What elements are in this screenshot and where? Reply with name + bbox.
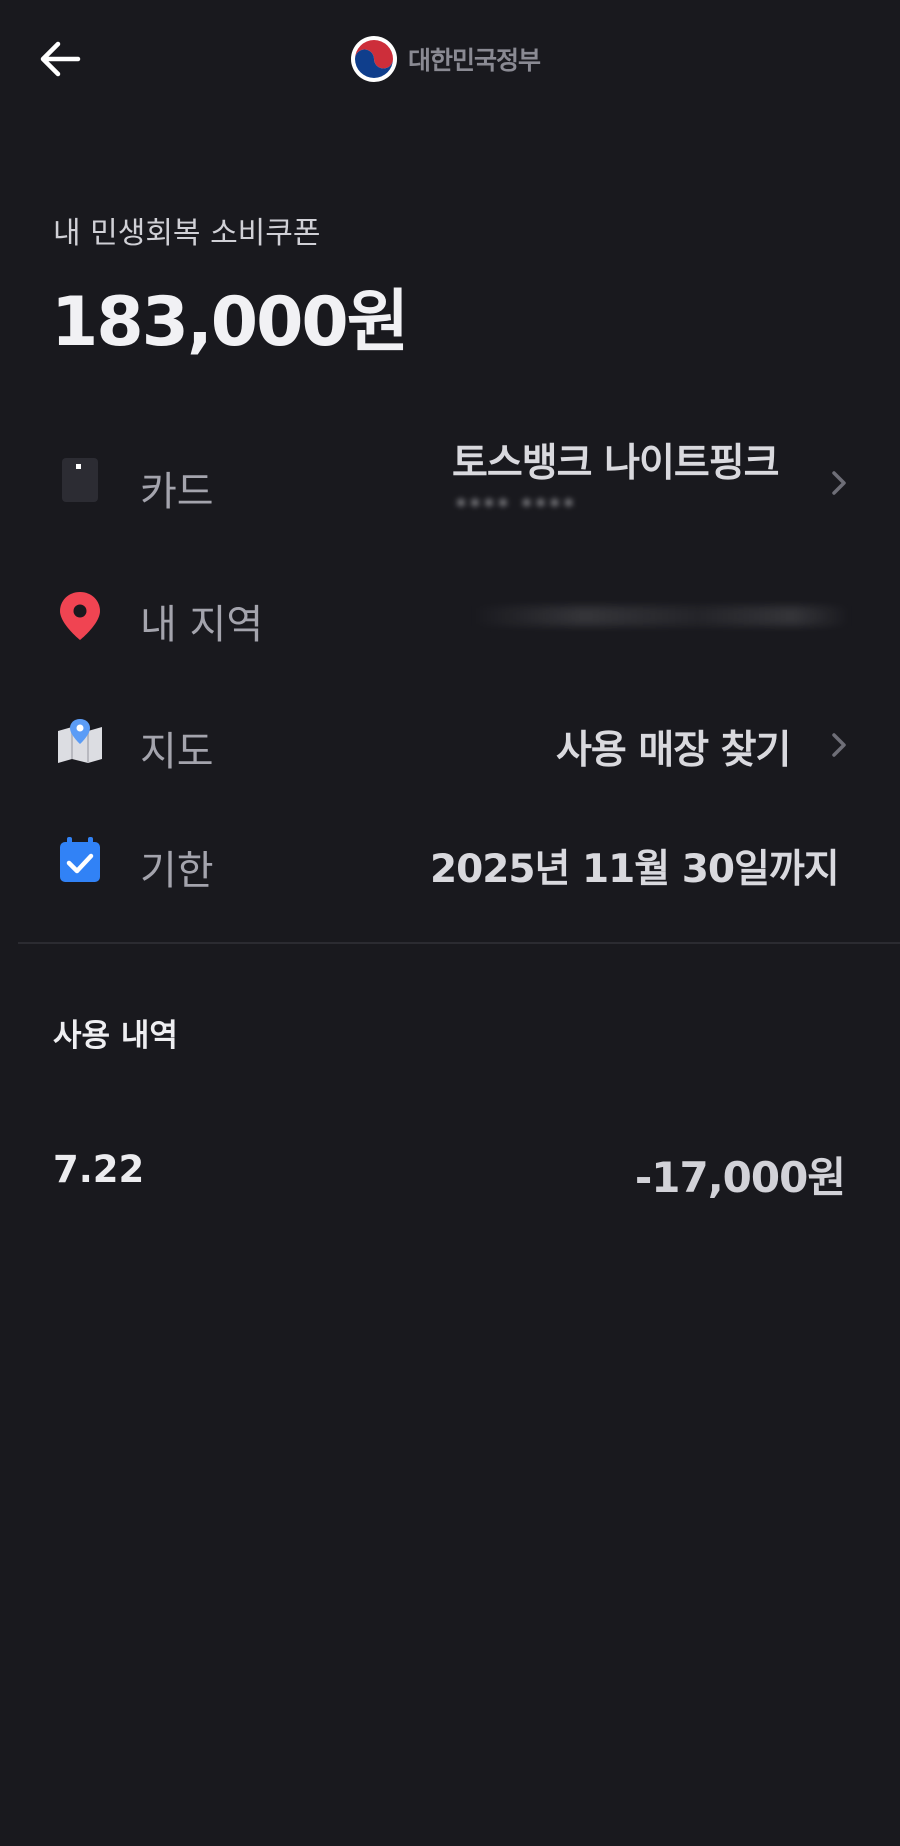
deadline-label: 기한 bbox=[140, 848, 214, 894]
history-amount: -17,000원 bbox=[634, 1153, 846, 1202]
coupon-amount: 183,000원 bbox=[51, 283, 409, 362]
taegeuk-emblem-icon bbox=[351, 36, 397, 82]
government-logo: 대한민국정부 bbox=[350, 34, 541, 84]
top-bar: 대한민국정부 bbox=[0, 0, 900, 120]
card-label: 카드 bbox=[140, 469, 214, 515]
coupon-title: 내 민생회복 소비쿠폰 bbox=[53, 216, 321, 251]
section-divider bbox=[18, 942, 900, 944]
government-name: 대한민국정부 bbox=[408, 46, 541, 75]
map-row[interactable]: 지도 사용 매장 찾기 bbox=[0, 697, 900, 787]
location-pin-icon bbox=[60, 592, 100, 640]
usage-history-title: 사용 내역 bbox=[53, 1018, 178, 1054]
chevron-right-icon bbox=[832, 471, 846, 495]
card-name: 토스뱅크 나이트핑크 bbox=[452, 441, 779, 486]
card-icon bbox=[62, 458, 98, 502]
map-icon bbox=[58, 719, 102, 763]
region-row: 내 지역 bbox=[0, 570, 900, 660]
card-row[interactable]: 카드 토스뱅크 나이트핑크 **** **** bbox=[0, 436, 900, 526]
arrow-left-icon bbox=[40, 41, 81, 77]
card-number-masked: **** **** bbox=[455, 493, 577, 521]
back-button[interactable] bbox=[34, 34, 86, 86]
chevron-right-icon bbox=[832, 733, 846, 757]
region-label: 내 지역 bbox=[140, 602, 264, 648]
history-date: 7.22 bbox=[53, 1148, 145, 1191]
region-value-masked bbox=[470, 606, 850, 626]
map-label: 지도 bbox=[140, 729, 214, 775]
calendar-check-icon bbox=[60, 837, 100, 882]
deadline-row: 기한 2025년 11월 30일까지 bbox=[0, 816, 900, 906]
deadline-value: 2025년 11월 30일까지 bbox=[430, 847, 840, 892]
find-stores-link[interactable]: 사용 매장 찾기 bbox=[556, 719, 791, 775]
